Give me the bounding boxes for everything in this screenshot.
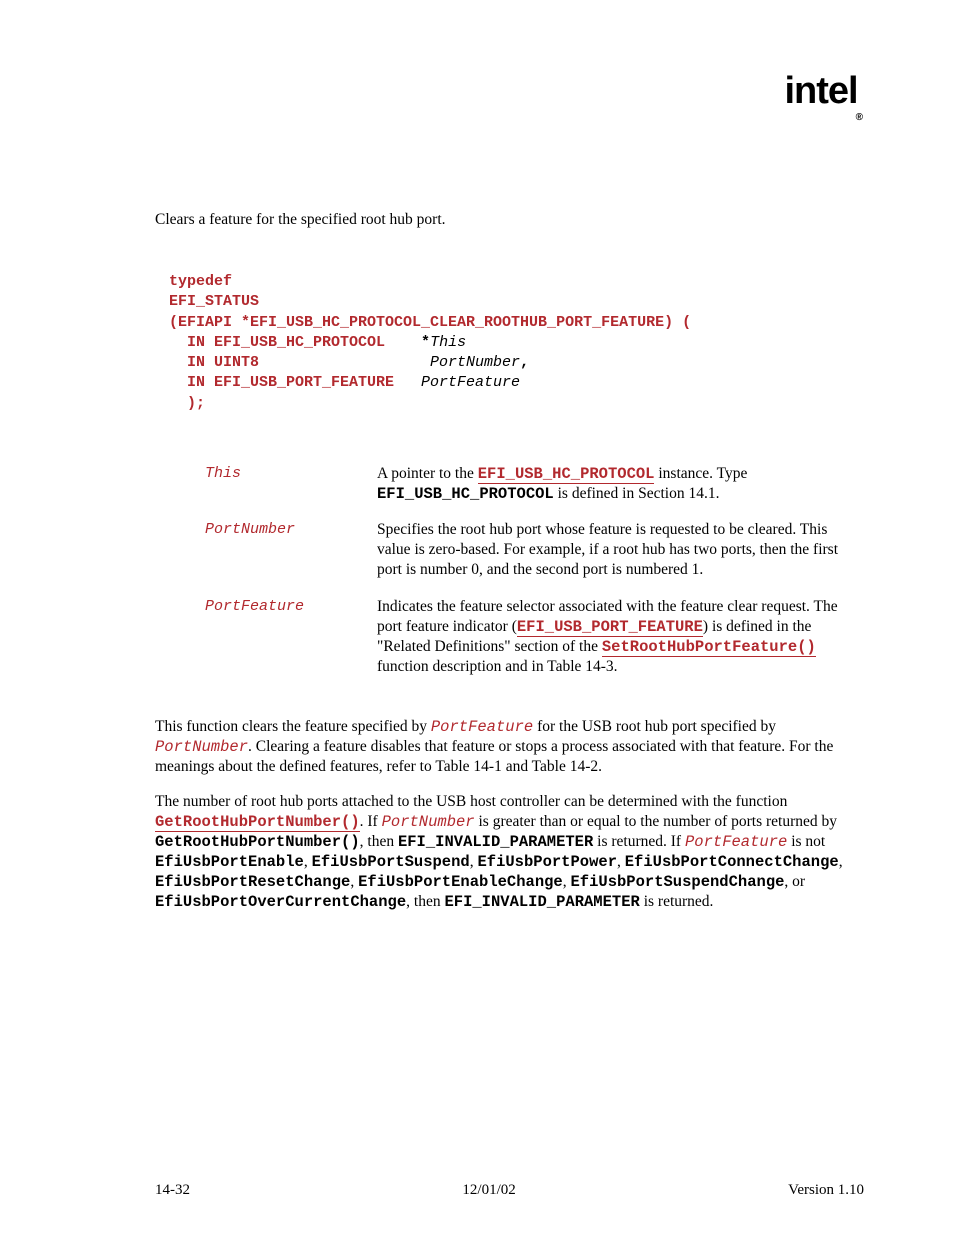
footer-date: 12/01/02: [462, 1182, 515, 1199]
description-section: This function clears the feature specifi…: [155, 717, 864, 912]
param-desc-this: A pointer to the EFI_USB_HC_PROTOCOL ins…: [377, 464, 864, 504]
summary-text: Clears a feature for the specified root …: [155, 210, 864, 230]
proto-param-this: This: [430, 334, 466, 351]
parameters-table: This A pointer to the EFI_USB_HC_PROTOCO…: [205, 464, 864, 677]
brand-logo: intel®: [785, 70, 865, 115]
param-name-portfeature: PortFeature: [205, 597, 377, 678]
link-getroothubportnumber[interactable]: GetRootHubPortNumber(): [155, 813, 360, 832]
param-desc-portnumber: Specifies the root hub port whose featur…: [377, 520, 864, 580]
proto-close: );: [169, 395, 205, 412]
brand-text: intel: [785, 70, 858, 112]
proto-in-type3: IN EFI_USB_PORT_FEATURE: [169, 374, 421, 391]
proto-efi-status: EFI_STATUS: [169, 293, 259, 310]
proto-signature: (EFIAPI *EFI_USB_HC_PROTOCOL_CLEAR_ROOTH…: [169, 314, 691, 331]
brand-registered: ®: [856, 112, 862, 123]
proto-star: *: [421, 334, 430, 351]
param-name-portnumber: PortNumber: [205, 520, 377, 580]
link-efi-usb-hc-protocol[interactable]: EFI_USB_HC_PROTOCOL: [478, 465, 655, 484]
link-efi-usb-port-feature[interactable]: EFI_USB_PORT_FEATURE: [517, 618, 703, 637]
proto-in-type1: IN EFI_USB_HC_PROTOCOL: [169, 334, 421, 351]
param-row-this: This A pointer to the EFI_USB_HC_PROTOCO…: [205, 464, 864, 504]
link-setroothubportfeature[interactable]: SetRootHubPortFeature(): [602, 638, 816, 657]
param-row-portfeature: PortFeature Indicates the feature select…: [205, 597, 864, 678]
footer-version: Version 1.10: [788, 1182, 864, 1199]
proto-in-type2: IN UINT8: [169, 354, 430, 371]
param-desc-portfeature: Indicates the feature selector associate…: [377, 597, 864, 678]
param-row-portnumber: PortNumber Specifies the root hub port w…: [205, 520, 864, 580]
description-para-2: The number of root hub ports attached to…: [155, 792, 864, 913]
param-name-this: This: [205, 464, 377, 504]
proto-param-portnumber: PortNumber: [430, 354, 520, 371]
proto-comma: ,: [520, 354, 529, 371]
description-para-1: This function clears the feature specifi…: [155, 717, 864, 777]
page-footer: 14-32 12/01/02 Version 1.10: [155, 1182, 864, 1199]
proto-param-portfeature: PortFeature: [421, 374, 520, 391]
prototype-block: typedef EFI_STATUS (EFIAPI *EFI_USB_HC_P…: [169, 272, 864, 414]
footer-page-number: 14-32: [155, 1182, 190, 1199]
proto-typedef: typedef: [169, 273, 232, 290]
